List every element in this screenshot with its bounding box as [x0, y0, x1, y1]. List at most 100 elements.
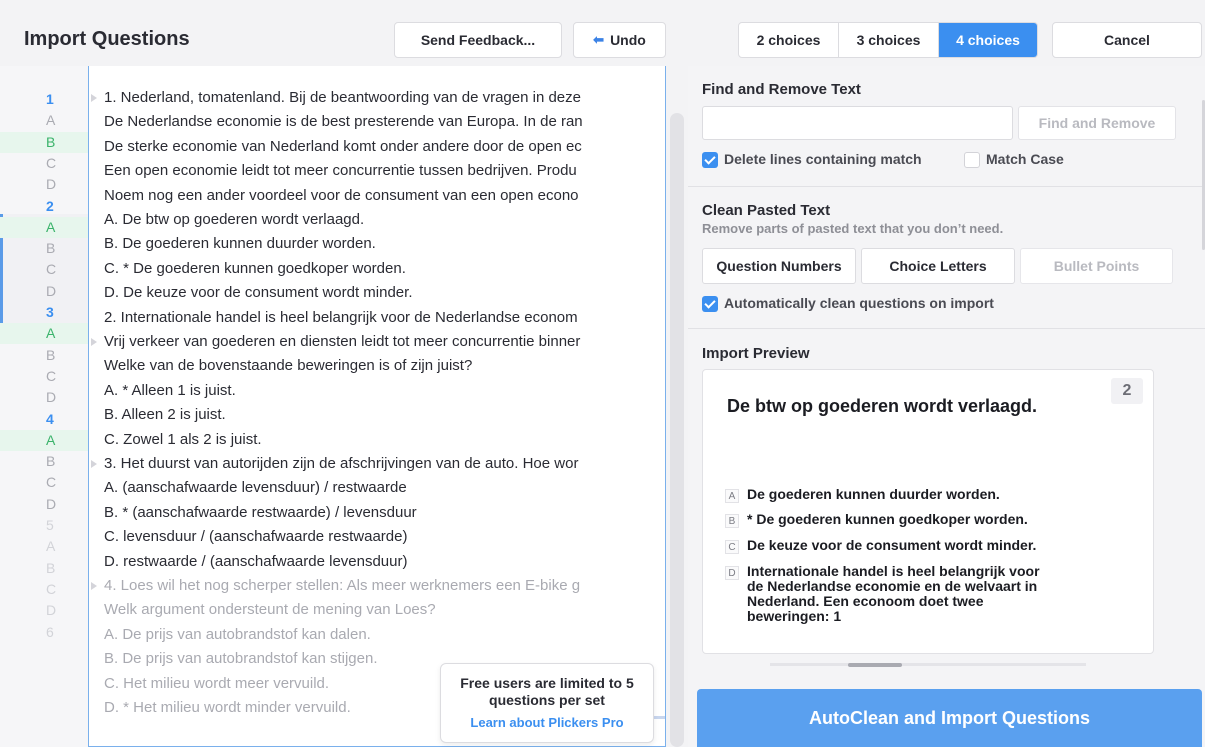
editor-line[interactable]: 2. Internationale handel is heel belangr… — [104, 306, 578, 330]
tooltip-line-1: Free users are limited to 5 — [460, 675, 634, 691]
editor-line[interactable]: De Nederlandse economie is de best prest… — [104, 110, 583, 134]
gutter-choice-letter: A — [0, 216, 88, 238]
editor-line[interactable]: Welk argument ondersteunt de mening van … — [104, 598, 436, 622]
editor-line-text: B. De prijs van autobrandstof kan stijge… — [104, 650, 378, 668]
editor-line-text: Welk argument ondersteunt de mening van … — [104, 601, 436, 619]
editor-line-text: 1. Nederland, tomatenland. Bij de beantw… — [104, 89, 581, 106]
editor-line-text: C. Het milieu wordt meer vervuild. — [104, 674, 330, 692]
line-marker-icon — [91, 582, 97, 590]
editor-line[interactable]: 4. Loes wil het nog scherper stellen: Al… — [91, 574, 580, 598]
undo-button[interactable]: ⬅ Undo — [573, 22, 666, 58]
bullet-points-button[interactable]: Bullet Points — [1020, 248, 1173, 284]
editor-line-text: A. * Alleen 1 is juist. — [104, 381, 236, 399]
editor-line[interactable]: D. De keuze voor de consument wordt mind… — [104, 281, 412, 305]
editor-line-text: B. * (aanschafwaarde restwaarde) / leven… — [104, 503, 417, 521]
editor-line[interactable]: A. (aanschafwaarde levensduur) / restwaa… — [104, 476, 407, 500]
editor-line-text: D. * Het milieu wordt minder vervuild. — [104, 699, 351, 716]
gutter-question-number: 3 — [46, 304, 54, 320]
find-text-input[interactable] — [702, 106, 1013, 140]
editor-line-text: D. restwaarde / (aanschafwaarde levensdu… — [104, 552, 408, 570]
find-and-remove-button[interactable]: Find and Remove — [1018, 106, 1176, 140]
editor-line-text: A. (aanschafwaarde levensduur) / restwaa… — [104, 479, 407, 497]
choice-text: De keuze voor de consument wordt minder. — [747, 537, 1037, 553]
choice-text: Internationale handel is heel belangrijk… — [747, 563, 1040, 624]
editor-line[interactable]: Noem nog een ander voordeel voor de cons… — [104, 184, 579, 208]
editor-line[interactable]: C. Zowel 1 als 2 is juist. — [104, 428, 262, 452]
question-numbers-button[interactable]: Question Numbers — [702, 248, 856, 284]
gutter-question-number: 2 — [46, 197, 54, 214]
gutter-question-number: 5 — [46, 517, 54, 533]
editor-line-text: B. De goederen kunnen duurder worden. — [104, 235, 376, 253]
import-preview-title: Import Preview — [702, 345, 810, 362]
gutter-choice-letter: C — [46, 261, 57, 278]
question-text-editor[interactable]: 1. Nederland, tomatenland. Bij de beantw… — [88, 66, 666, 747]
editor-line[interactable]: D. restwaarde / (aanschafwaarde levensdu… — [104, 550, 408, 574]
gutter-choice-letter: D — [46, 495, 57, 512]
preview-question-number: 2 — [1111, 378, 1143, 404]
gutter-choice-letter: B — [46, 559, 56, 576]
choice-count-3-button[interactable]: 3 choices — [839, 23, 939, 57]
editor-line[interactable]: C. * De goederen kunnen goedkoper worden… — [104, 257, 406, 281]
delete-lines-checkbox[interactable] — [702, 152, 718, 168]
editor-line-text: Noem nog een ander voordeel voor de cons… — [104, 186, 579, 204]
editor-line-text: A. De btw op goederen wordt verlaagd. — [104, 211, 365, 228]
match-case-label: Match Case — [986, 151, 1064, 167]
editor-line[interactable]: A. De btw op goederen wordt verlaagd. — [104, 208, 364, 232]
editor-line[interactable]: A. * Alleen 1 is juist. — [104, 379, 236, 403]
gutter-question-number: 1 — [46, 91, 54, 107]
line-marker-icon — [91, 338, 97, 346]
editor-scrollbar-thumb[interactable] — [670, 113, 684, 747]
auto-clean-checkbox[interactable] — [702, 296, 718, 312]
gutter-choice-letter: A — [0, 429, 88, 451]
editor-line-text: De Nederlandse economie is de best prest… — [104, 113, 583, 131]
clean-pasted-subtitle: Remove parts of pasted text that you don… — [702, 221, 1004, 236]
editor-line-text: B. Alleen 2 is juist. — [104, 406, 226, 424]
editor-line[interactable]: D. * Het milieu wordt minder vervuild. — [104, 696, 351, 720]
editor-line[interactable]: B. De prijs van autobrandstof kan stijge… — [104, 647, 378, 671]
match-case-checkbox[interactable] — [964, 152, 980, 168]
editor-line[interactable]: B. Alleen 2 is juist. — [104, 403, 226, 427]
editor-line[interactable]: C. levensduur / (aanschafwaarde restwaar… — [104, 525, 408, 549]
gutter-choice-letter: D — [46, 389, 57, 406]
gutter-choice-letter: C — [46, 367, 57, 384]
gutter-choice-letter: B — [46, 346, 56, 363]
cancel-button[interactable]: Cancel — [1052, 22, 1202, 58]
editor-line-text: De sterke economie van Nederland komt on… — [104, 137, 582, 155]
choice-count-2-button[interactable]: 2 choices — [739, 23, 839, 57]
choice-letters-button[interactable]: Choice Letters — [861, 248, 1015, 284]
editor-line[interactable]: Een open economie leidt tot meer concurr… — [104, 159, 577, 183]
preview-scrollbar-thumb[interactable] — [848, 663, 902, 667]
autoclean-import-button[interactable]: AutoClean and Import Questions — [697, 689, 1202, 747]
gutter-question-number: 4 — [46, 410, 54, 427]
editor-line[interactable]: De sterke economie van Nederland komt on… — [104, 135, 582, 159]
gutter-choice-letter: B — [46, 453, 56, 470]
editor-line-text: C. Zowel 1 als 2 is juist. — [104, 430, 262, 448]
editor-line[interactable]: Vrij verkeer van goederen en diensten le… — [91, 330, 580, 354]
learn-plickers-pro-link[interactable]: Learn about Plickers Pro — [441, 715, 653, 730]
editor-line[interactable]: A. De prijs van autobrandstof kan dalen. — [104, 623, 371, 647]
editor-line[interactable]: B. * (aanschafwaarde restwaarde) / leven… — [104, 501, 417, 525]
preview-scrollbar-track[interactable] — [770, 663, 1086, 666]
choice-count-4-button[interactable]: 4 choices — [939, 23, 1037, 57]
editor-line-text: Welke van de bovenstaande beweringen is … — [104, 357, 473, 375]
gutter-choice-letter: C — [46, 154, 57, 171]
choice-letter-badge: A — [725, 489, 739, 503]
gutter-choice-letter: A — [46, 112, 56, 129]
editor-line-text: 3. Het duurst van autorijden zijn de afs… — [104, 455, 579, 472]
gutter-choice-letter: B — [0, 131, 88, 153]
section-divider — [688, 186, 1205, 187]
editor-line[interactable]: Welke van de bovenstaande beweringen is … — [104, 354, 472, 378]
gutter-choice-letter: D — [46, 176, 57, 193]
editor-line[interactable]: C. Het milieu wordt meer vervuild. — [104, 672, 329, 696]
line-marker-icon — [91, 94, 97, 102]
line-gutter: 1ABCD2ABCD3ABCD4ABCD5ABCD6 — [0, 66, 88, 747]
editor-line[interactable]: B. De goederen kunnen duurder worden. — [104, 232, 376, 256]
clean-pasted-title: Clean Pasted Text — [702, 202, 831, 219]
free-users-limit-tooltip: Free users are limited to 5 questions pe… — [440, 663, 654, 743]
editor-line[interactable]: 1. Nederland, tomatenland. Bij de beantw… — [91, 86, 581, 110]
send-feedback-button[interactable]: Send Feedback... — [394, 22, 562, 58]
choice-letter-badge: D — [725, 566, 739, 580]
undo-label: Undo — [610, 32, 646, 48]
delete-lines-label: Delete lines containing match — [724, 151, 922, 167]
editor-line[interactable]: 3. Het duurst van autorijden zijn de afs… — [91, 452, 579, 476]
